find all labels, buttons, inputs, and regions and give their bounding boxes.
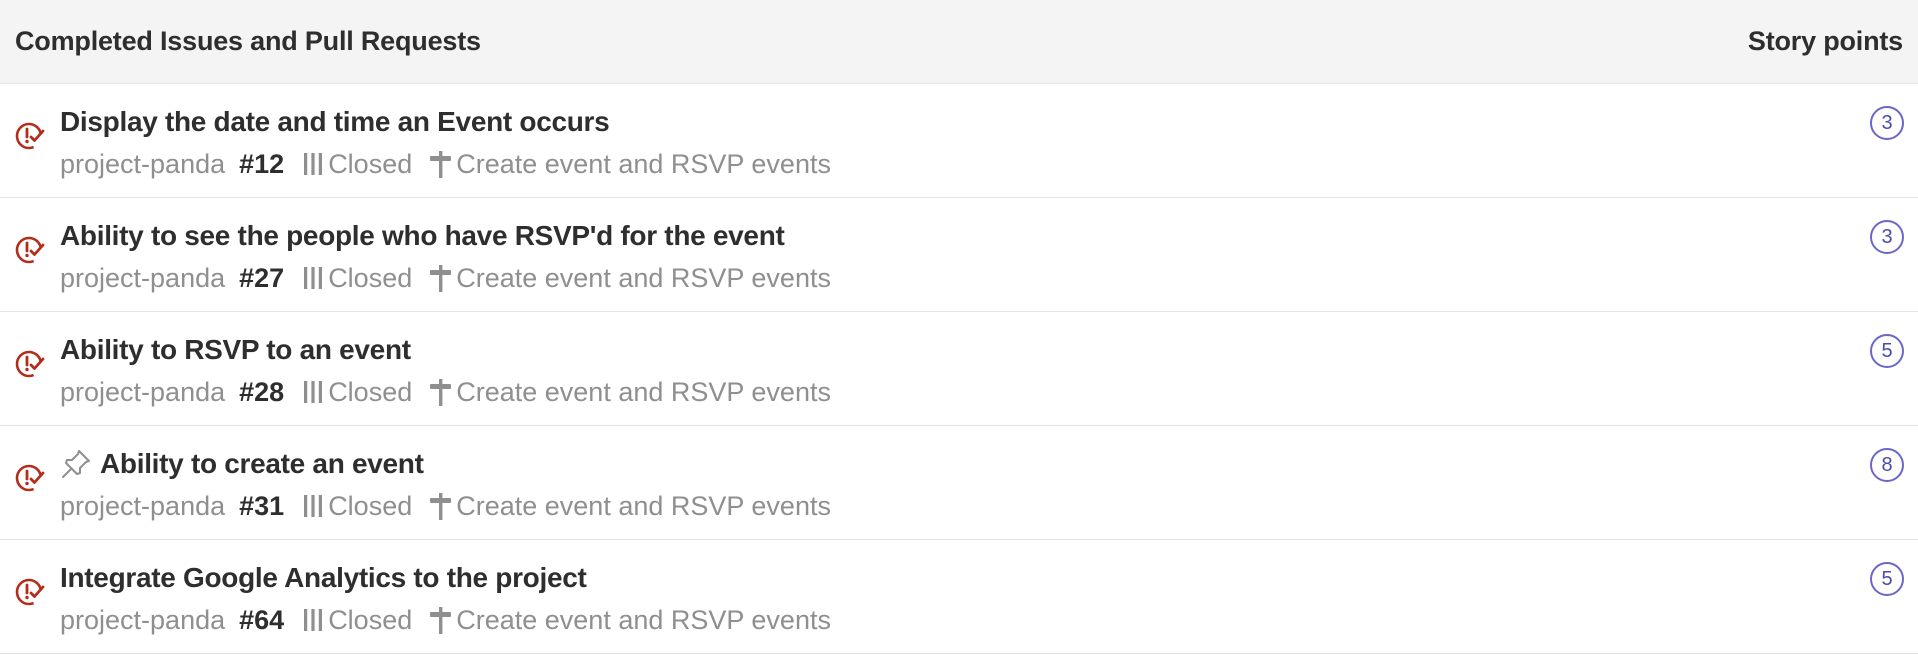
story-points-badge: 3	[1870, 106, 1904, 140]
issue-content: Ability to create an event project-panda…	[60, 444, 1838, 526]
board-columns-icon	[304, 609, 323, 631]
issue-row-2[interactable]: Ability to see the people who have RSVP'…	[0, 198, 1918, 312]
issue-meta: project-panda #64 Closed Create event an…	[60, 600, 1838, 640]
story-points-header: Story points	[1747, 26, 1903, 56]
milestone-name[interactable]: Create event and RSVP events	[456, 149, 831, 180]
completed-issues-panel: Completed Issues and Pull Requests Story…	[0, 0, 1918, 654]
repo-name[interactable]: project-panda	[60, 605, 225, 636]
issue-content: Integrate Google Analytics to the projec…	[60, 558, 1838, 640]
issue-title-line: Ability to RSVP to an event	[60, 330, 1838, 370]
issue-number[interactable]: #28	[239, 377, 284, 408]
issue-row-3[interactable]: Ability to RSVP to an event project-pand…	[0, 312, 1918, 426]
issue-row-4[interactable]: Ability to create an event project-panda…	[0, 426, 1918, 540]
issue-title-line: Integrate Google Analytics to the projec…	[60, 558, 1838, 598]
board-columns-icon	[304, 267, 323, 289]
issue-content: Ability to RSVP to an event project-pand…	[60, 330, 1838, 412]
issue-closed-icon	[15, 578, 45, 606]
story-points-badge: 8	[1870, 448, 1904, 482]
issue-title[interactable]: Display the date and time an Event occur…	[60, 106, 610, 138]
issue-title-line: Display the date and time an Event occur…	[60, 102, 1838, 142]
issue-number[interactable]: #31	[239, 491, 284, 522]
board-columns-icon	[304, 153, 323, 175]
issue-state: Closed	[328, 490, 413, 521]
story-points-badge: 5	[1870, 562, 1904, 596]
milestone-signpost-icon	[430, 265, 452, 292]
issue-number[interactable]: #27	[239, 263, 284, 294]
milestone-name[interactable]: Create event and RSVP events	[456, 263, 831, 294]
pin-icon	[62, 450, 90, 478]
table-header: Completed Issues and Pull Requests Story…	[0, 0, 1918, 84]
story-points-badge: 5	[1870, 334, 1904, 368]
issue-meta: project-panda #31 Closed Create event an…	[60, 486, 1838, 526]
issue-meta: project-panda #12 Closed Create event an…	[60, 144, 1838, 184]
issue-row-1[interactable]: Display the date and time an Event occur…	[0, 84, 1918, 198]
issue-title-line: Ability to create an event	[60, 444, 1838, 484]
repo-name[interactable]: project-panda	[60, 263, 225, 294]
issue-closed-icon	[15, 350, 45, 378]
repo-name[interactable]: project-panda	[60, 149, 225, 180]
board-columns-icon	[304, 381, 323, 403]
story-points-badge: 3	[1870, 220, 1904, 254]
issue-closed-icon	[15, 464, 45, 492]
issue-meta: project-panda #28 Closed Create event an…	[60, 372, 1838, 412]
milestone-signpost-icon	[430, 493, 452, 520]
issue-state: Closed	[328, 376, 413, 407]
issue-meta: project-panda #27 Closed Create event an…	[60, 258, 1838, 298]
issue-title[interactable]: Ability to RSVP to an event	[60, 334, 411, 366]
issue-row-5[interactable]: Integrate Google Analytics to the projec…	[0, 540, 1918, 654]
milestone-signpost-icon	[430, 379, 452, 406]
board-columns-icon	[304, 495, 323, 517]
milestone-signpost-icon	[430, 607, 452, 634]
issue-closed-icon	[15, 122, 45, 150]
milestone-name[interactable]: Create event and RSVP events	[456, 605, 831, 636]
issue-title[interactable]: Ability to create an event	[100, 448, 424, 480]
issue-closed-icon	[15, 236, 45, 264]
issue-content: Ability to see the people who have RSVP'…	[60, 216, 1838, 298]
issue-state: Closed	[328, 262, 413, 293]
milestone-name[interactable]: Create event and RSVP events	[456, 491, 831, 522]
issue-state: Closed	[328, 148, 413, 179]
repo-name[interactable]: project-panda	[60, 377, 225, 408]
issue-title[interactable]: Ability to see the people who have RSVP'…	[60, 220, 785, 252]
issue-number[interactable]: #12	[239, 149, 284, 180]
milestone-name[interactable]: Create event and RSVP events	[456, 377, 831, 408]
issue-title-line: Ability to see the people who have RSVP'…	[60, 216, 1838, 256]
issue-list: Display the date and time an Event occur…	[0, 84, 1918, 654]
issue-number[interactable]: #64	[239, 605, 284, 636]
table-title: Completed Issues and Pull Requests	[15, 26, 481, 56]
issue-state: Closed	[328, 604, 413, 635]
milestone-signpost-icon	[430, 151, 452, 178]
repo-name[interactable]: project-panda	[60, 491, 225, 522]
issue-content: Display the date and time an Event occur…	[60, 102, 1838, 184]
issue-title[interactable]: Integrate Google Analytics to the projec…	[60, 562, 587, 594]
